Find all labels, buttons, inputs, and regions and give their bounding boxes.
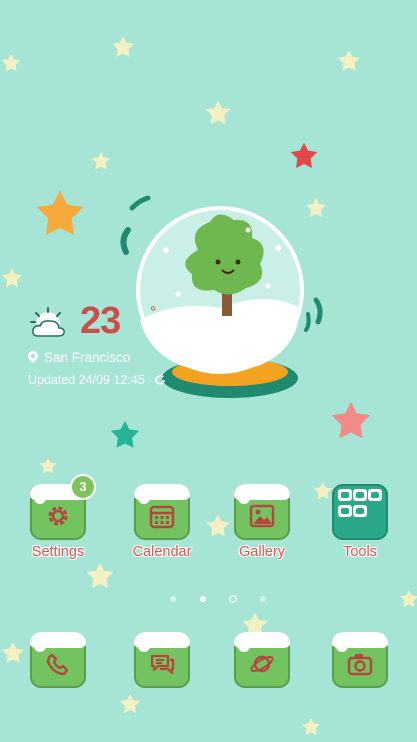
page-dot[interactable] xyxy=(170,596,176,602)
calendar-icon xyxy=(148,502,176,530)
star-decoration xyxy=(300,716,322,738)
phone-icon xyxy=(44,650,72,678)
app-gallery[interactable]: Gallery xyxy=(222,484,302,560)
location-text: San Francisco xyxy=(44,350,131,365)
partly-sunny-icon xyxy=(28,306,68,338)
browser-planet-icon xyxy=(248,650,276,678)
calendar-label: Calendar xyxy=(132,544,192,560)
star-red-decoration xyxy=(288,140,320,172)
page-dot[interactable] xyxy=(260,596,266,602)
star-decoration xyxy=(118,692,142,716)
star-decoration xyxy=(38,456,58,476)
star-decoration xyxy=(203,98,233,128)
star-decoration xyxy=(0,52,22,74)
star-decoration xyxy=(110,34,136,60)
dock-messages[interactable] xyxy=(122,632,202,688)
dock-camera[interactable] xyxy=(320,632,400,688)
star-teal-decoration xyxy=(108,418,142,452)
updated-text: Updated 24/09 12:45 xyxy=(28,373,145,387)
refresh-icon[interactable] xyxy=(154,374,166,389)
folder-grid-icon[interactable] xyxy=(332,484,388,540)
phone-tile[interactable] xyxy=(30,632,86,688)
star-decoration xyxy=(0,266,24,290)
star-orange-decoration xyxy=(32,186,88,242)
app-settings[interactable]: 3 Settings xyxy=(18,476,98,560)
star-decoration xyxy=(84,560,116,592)
browser-tile[interactable] xyxy=(234,632,290,688)
updated-row: Updated 24/09 12:45 xyxy=(28,373,166,389)
page-dot[interactable] xyxy=(229,595,237,603)
app-calendar[interactable]: Calendar xyxy=(122,484,202,560)
gear-icon xyxy=(44,502,72,530)
app-tools[interactable]: Tools xyxy=(320,484,400,560)
dock-phone[interactable] xyxy=(18,632,98,688)
message-icon xyxy=(148,650,176,678)
picture-icon xyxy=(248,502,276,530)
camera-tile[interactable] xyxy=(332,632,388,688)
temperature-value: 23 xyxy=(80,300,121,342)
page-indicator[interactable] xyxy=(0,592,417,608)
location-row: San Francisco xyxy=(28,350,130,366)
gallery-tile[interactable] xyxy=(234,484,290,540)
tools-label: Tools xyxy=(343,544,377,560)
degree-symbol: ° xyxy=(150,304,157,321)
messages-tile[interactable] xyxy=(134,632,190,688)
dock-browser[interactable] xyxy=(222,632,302,688)
page-dot-current[interactable] xyxy=(200,596,206,602)
star-decoration xyxy=(90,150,112,172)
star-decoration xyxy=(336,48,362,74)
settings-label: Settings xyxy=(31,544,85,560)
star-pink-decoration xyxy=(328,398,374,444)
weather-widget[interactable]: 23 ° San Francisco Updated 24/09 12:45 xyxy=(28,300,218,395)
camera-icon xyxy=(346,650,374,678)
notification-badge: 3 xyxy=(72,476,94,498)
location-pin-icon xyxy=(28,351,38,366)
calendar-tile[interactable] xyxy=(134,484,190,540)
gallery-label: Gallery xyxy=(239,544,285,560)
